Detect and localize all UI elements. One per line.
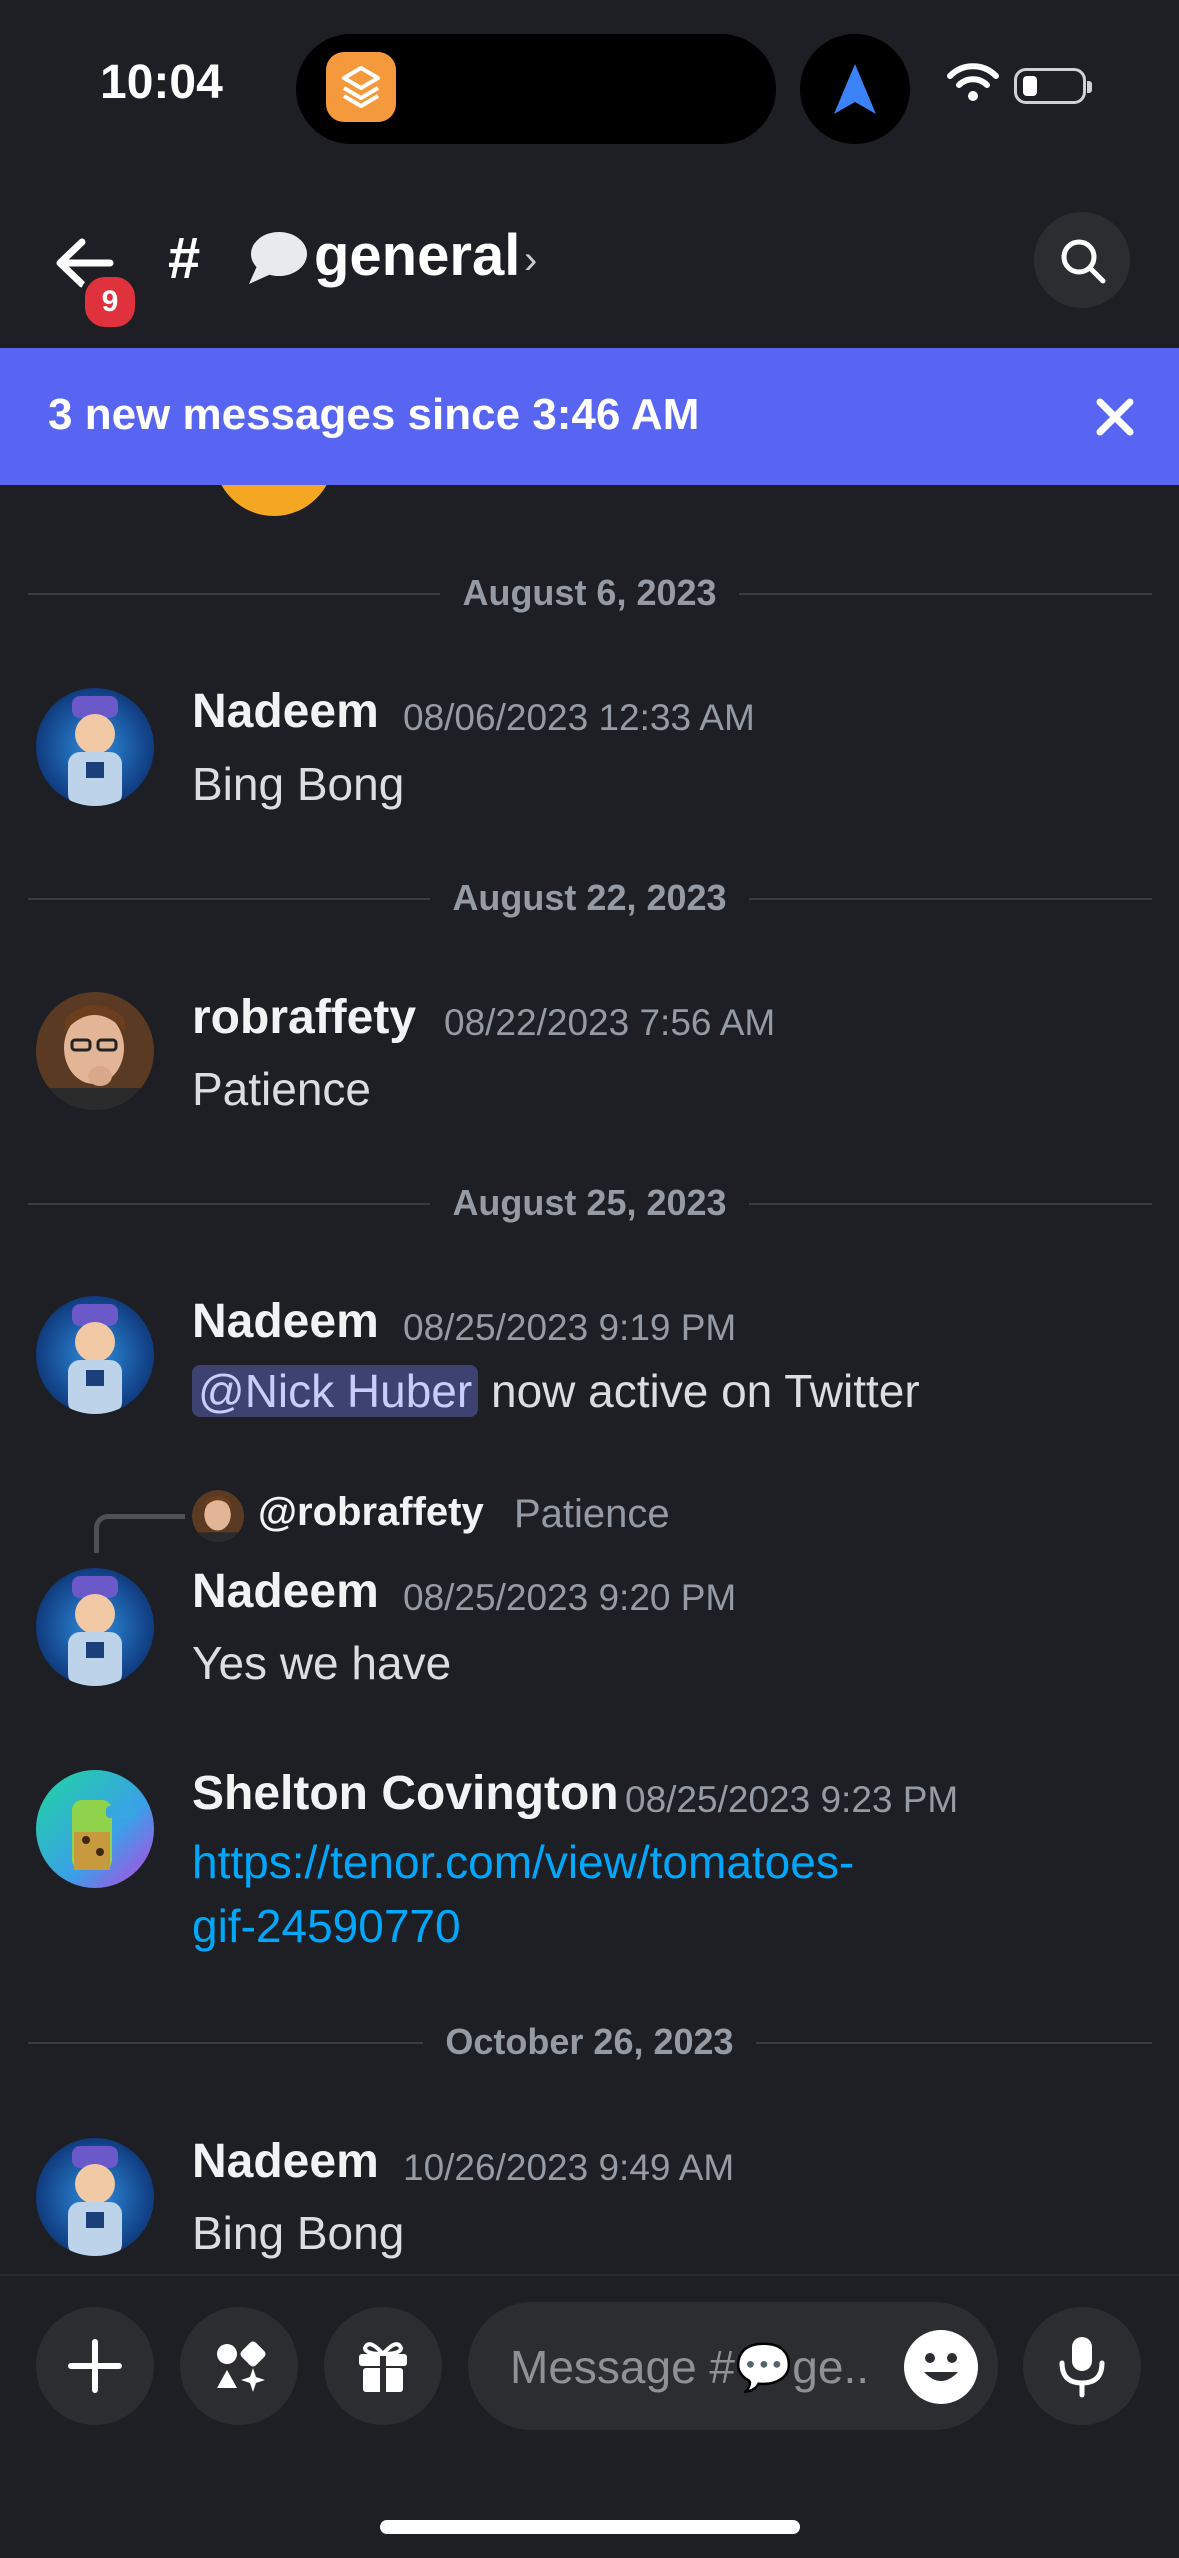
message-timestamp: 08/25/2023 9:23 PM xyxy=(625,1779,959,1820)
microphone-icon xyxy=(1059,2337,1105,2398)
app-activity-icon xyxy=(326,52,396,122)
message-timestamp: 08/25/2023 9:19 PM xyxy=(403,1307,737,1348)
close-icon[interactable] xyxy=(1090,392,1140,442)
avatar[interactable] xyxy=(36,1770,154,1888)
wifi-icon xyxy=(947,63,999,101)
date-label: August 25, 2023 xyxy=(430,1182,749,1223)
link-line[interactable]: gif-24590770 xyxy=(192,1894,854,1958)
message-text: Bing Bong xyxy=(192,758,405,810)
message-text: Patience xyxy=(192,1063,372,1115)
reply-connector xyxy=(94,1514,185,1553)
date-label: October 26, 2023 xyxy=(423,2021,756,2062)
message-text-body: now active on Twitter xyxy=(478,1365,920,1417)
message-timestamp: 08/25/2023 9:20 PM xyxy=(403,1577,737,1618)
chevron-right-icon[interactable]: › xyxy=(524,238,537,283)
reply-preview-text[interactable]: Patience xyxy=(514,1492,670,1537)
date-divider: August 6, 2023 xyxy=(0,572,1179,614)
reply-author[interactable]: @robraffety xyxy=(258,1490,484,1535)
message-author[interactable]: Nadeem xyxy=(192,684,379,739)
link-line[interactable]: https://tenor.com/view/tomatoes- xyxy=(192,1830,854,1894)
status-time: 10:04 xyxy=(100,56,223,109)
voice-message-button[interactable] xyxy=(1023,2307,1141,2425)
message-text: Yes we have xyxy=(192,1637,452,1689)
message-timestamp: 08/06/2023 12:33 AM xyxy=(403,697,755,738)
apps-icon xyxy=(217,2341,266,2392)
add-attachment-button[interactable] xyxy=(36,2307,154,2425)
battery-icon xyxy=(1014,68,1092,104)
home-indicator xyxy=(380,2520,800,2534)
user-mention[interactable]: @Nick Huber xyxy=(192,1365,479,1417)
speech-bubble-icon xyxy=(249,232,307,284)
date-label: August 22, 2023 xyxy=(430,877,749,918)
message-author[interactable]: Shelton Covington xyxy=(192,1766,619,1821)
date-divider: October 26, 2023 xyxy=(0,2021,1179,2063)
channel-name[interactable]: general xyxy=(314,222,520,289)
avatar[interactable] xyxy=(36,1568,154,1686)
emoji-icon xyxy=(924,2353,958,2381)
new-messages-text: 3 new messages since 3:46 AM xyxy=(48,390,700,439)
message-author[interactable]: Nadeem xyxy=(192,2134,379,2189)
message-author[interactable]: Nadeem xyxy=(192,1294,379,1349)
date-divider: August 25, 2023 xyxy=(0,1182,1179,1224)
date-divider: August 22, 2023 xyxy=(0,877,1179,919)
navigation-indicator xyxy=(800,34,910,144)
date-label: August 6, 2023 xyxy=(440,572,739,613)
avatar[interactable] xyxy=(36,1296,154,1414)
message-author[interactable]: Nadeem xyxy=(192,1564,379,1619)
navigation-arrow-icon xyxy=(834,64,876,114)
search-icon xyxy=(1061,239,1106,284)
reply-avatar xyxy=(192,1490,244,1542)
gift-icon xyxy=(359,2342,407,2392)
emoji-button[interactable] xyxy=(904,2330,978,2404)
avatar[interactable] xyxy=(36,2138,154,2256)
message-author[interactable]: robraffety xyxy=(192,990,416,1045)
message-text: @Nick Huber now active on Twitter xyxy=(192,1364,920,1418)
apps-button[interactable] xyxy=(180,2307,298,2425)
message-timestamp: 08/22/2023 7:56 AM xyxy=(444,1002,776,1043)
message-text: Bing Bong xyxy=(192,2207,405,2259)
message-input-placeholder: Message #💬ge.. xyxy=(510,2341,870,2393)
avatar[interactable] xyxy=(36,688,154,806)
avatar[interactable] xyxy=(36,992,154,1110)
unread-badge: 9 xyxy=(80,272,140,332)
plus-icon xyxy=(68,2339,122,2393)
gift-button[interactable] xyxy=(324,2307,442,2425)
search-button[interactable] xyxy=(1034,212,1130,308)
message-link[interactable]: https://tenor.com/view/tomatoes- gif-245… xyxy=(192,1830,854,1958)
channel-hash-icon: # xyxy=(168,226,201,291)
message-timestamp: 10/26/2023 9:49 AM xyxy=(403,2147,735,2188)
